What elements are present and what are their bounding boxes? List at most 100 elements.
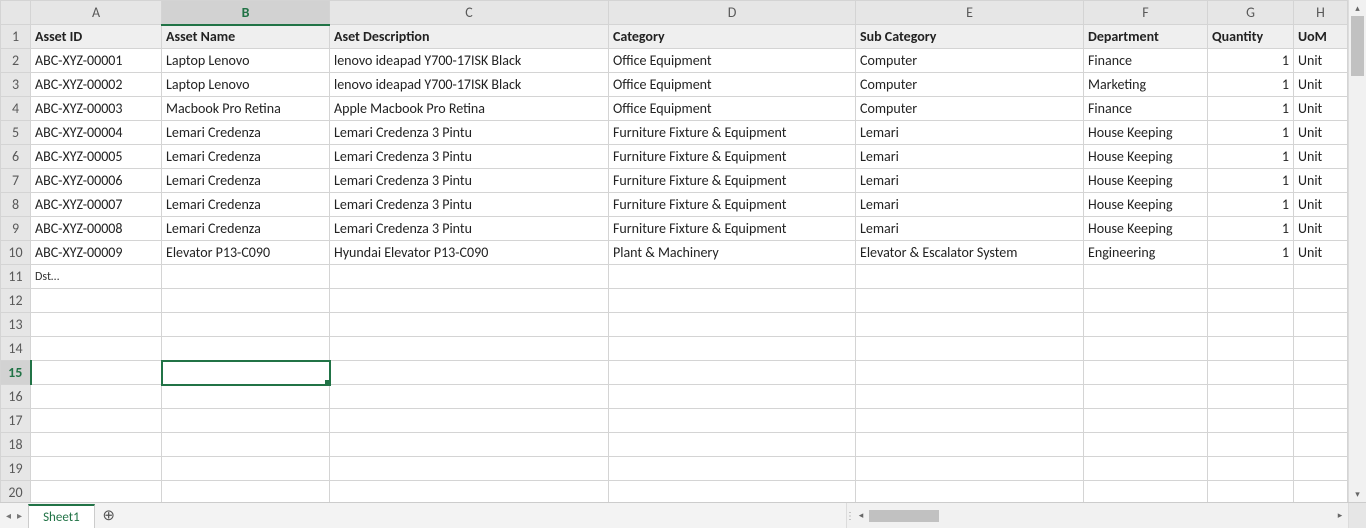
cell[interactable] [856, 337, 1084, 361]
row-header[interactable]: 9 [1, 217, 31, 241]
col-header-A[interactable]: A [31, 1, 162, 25]
cell[interactable] [856, 481, 1084, 503]
cell[interactable] [31, 385, 162, 409]
cell[interactable]: Category [609, 25, 856, 49]
cell[interactable]: Unit [1294, 49, 1348, 73]
cell[interactable] [31, 337, 162, 361]
hscroll-track[interactable] [869, 509, 1332, 523]
cell[interactable] [1084, 409, 1208, 433]
cell[interactable] [1084, 457, 1208, 481]
cell[interactable]: House Keeping [1084, 193, 1208, 217]
cell[interactable]: Elevator P13-C090 [162, 241, 330, 265]
cell[interactable] [1084, 361, 1208, 385]
cell[interactable]: Hyundai Elevator P13-C090 [330, 241, 609, 265]
cell[interactable]: Quantity [1208, 25, 1294, 49]
cell[interactable]: Office Equipment [609, 97, 856, 121]
cell[interactable] [330, 481, 609, 503]
cell[interactable] [162, 409, 330, 433]
spreadsheet-grid[interactable]: A B C D E F G H 1Asset IDAsset NameAset … [0, 0, 1348, 502]
cell[interactable] [162, 265, 330, 289]
cell[interactable] [1084, 313, 1208, 337]
cell[interactable] [1294, 313, 1348, 337]
cell[interactable] [856, 457, 1084, 481]
cell[interactable] [31, 433, 162, 457]
cell[interactable] [31, 289, 162, 313]
cell[interactable]: Lemari [856, 217, 1084, 241]
col-header-G[interactable]: G [1208, 1, 1294, 25]
cell[interactable]: UoM [1294, 25, 1348, 49]
cell[interactable] [330, 433, 609, 457]
cell[interactable] [330, 265, 609, 289]
cell[interactable]: ABC-XYZ-00009 [31, 241, 162, 265]
row-header[interactable]: 18 [1, 433, 31, 457]
row-header[interactable]: 17 [1, 409, 31, 433]
cell[interactable]: Aset Description [330, 25, 609, 49]
cell[interactable] [1294, 289, 1348, 313]
row-header[interactable]: 20 [1, 481, 31, 503]
cell[interactable]: Lemari Credenza [162, 169, 330, 193]
cell[interactable] [609, 385, 856, 409]
cell[interactable] [330, 385, 609, 409]
cell[interactable]: ABC-XYZ-00005 [31, 145, 162, 169]
cell[interactable]: Asset Name [162, 25, 330, 49]
cell[interactable] [609, 337, 856, 361]
cell[interactable]: ABC-XYZ-00006 [31, 169, 162, 193]
cell[interactable] [162, 433, 330, 457]
row-header[interactable]: 13 [1, 313, 31, 337]
scroll-up-icon[interactable]: ▴ [1350, 0, 1366, 16]
cell[interactable]: House Keeping [1084, 145, 1208, 169]
col-header-C[interactable]: C [330, 1, 609, 25]
col-header-D[interactable]: D [609, 1, 856, 25]
cell[interactable]: Furniture Fixture & Equipment [609, 169, 856, 193]
row-header[interactable]: 19 [1, 457, 31, 481]
cell[interactable] [162, 337, 330, 361]
cell[interactable]: 1 [1208, 49, 1294, 73]
row-header[interactable]: 2 [1, 49, 31, 73]
horizontal-scrollbar[interactable]: ⋮ ◂ ▸ [846, 503, 1366, 528]
cell[interactable]: Macbook Pro Retina [162, 97, 330, 121]
cell[interactable] [1208, 313, 1294, 337]
cell[interactable] [856, 265, 1084, 289]
cell[interactable]: House Keeping [1084, 121, 1208, 145]
cell[interactable]: Lemari Credenza 3 Pintu [330, 145, 609, 169]
cell[interactable]: Finance [1084, 49, 1208, 73]
row-header[interactable]: 15 [1, 361, 31, 385]
cell[interactable]: 1 [1208, 97, 1294, 121]
cell[interactable]: Lemari Credenza 3 Pintu [330, 121, 609, 145]
cell[interactable]: Furniture Fixture & Equipment [609, 217, 856, 241]
cell[interactable] [1208, 361, 1294, 385]
cell[interactable] [162, 361, 330, 385]
cell[interactable] [31, 409, 162, 433]
cell[interactable] [1294, 409, 1348, 433]
cell[interactable] [1294, 337, 1348, 361]
cell[interactable]: Laptop Lenovo [162, 49, 330, 73]
cell[interactable]: ABC-XYZ-00003 [31, 97, 162, 121]
cell[interactable]: Furniture Fixture & Equipment [609, 145, 856, 169]
col-header-F[interactable]: F [1084, 1, 1208, 25]
cell[interactable]: 1 [1208, 217, 1294, 241]
cell[interactable] [1208, 481, 1294, 503]
cell[interactable] [1084, 433, 1208, 457]
cell[interactable] [31, 313, 162, 337]
vscroll-thumb[interactable] [1351, 16, 1364, 76]
cell[interactable]: Finance [1084, 97, 1208, 121]
cell[interactable]: House Keeping [1084, 217, 1208, 241]
sheet-nav-prev-icon[interactable]: ◂ [6, 509, 11, 522]
cell[interactable]: lenovo ideapad Y700-17ISK Black [330, 73, 609, 97]
cell[interactable]: Laptop Lenovo [162, 73, 330, 97]
cell[interactable]: 1 [1208, 193, 1294, 217]
cell[interactable] [609, 313, 856, 337]
select-all-corner[interactable] [1, 1, 31, 25]
cell[interactable] [1294, 385, 1348, 409]
cell[interactable]: ABC-XYZ-00004 [31, 121, 162, 145]
cell[interactable] [609, 361, 856, 385]
cell[interactable] [1208, 265, 1294, 289]
cell[interactable]: Furniture Fixture & Equipment [609, 121, 856, 145]
cell[interactable] [856, 433, 1084, 457]
cell[interactable]: 1 [1208, 241, 1294, 265]
cell[interactable]: 1 [1208, 121, 1294, 145]
cell[interactable] [609, 289, 856, 313]
cell[interactable] [1294, 481, 1348, 503]
cell[interactable]: Asset ID [31, 25, 162, 49]
cell[interactable]: 1 [1208, 169, 1294, 193]
